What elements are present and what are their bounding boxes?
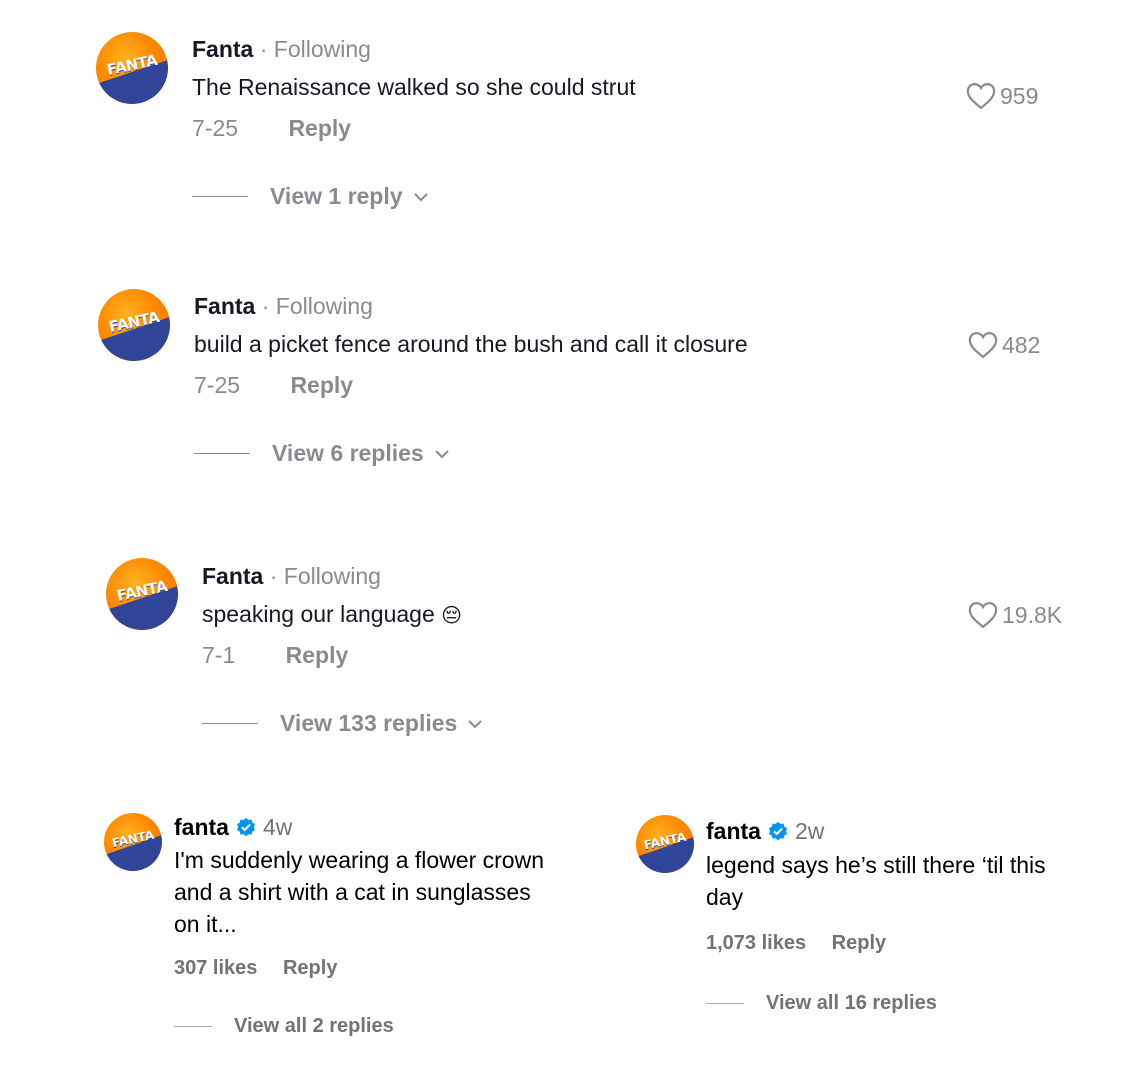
view-replies-label: View 6 replies xyxy=(272,440,424,466)
comment-text: legend says he’s still there ‘til this d… xyxy=(706,852,1046,910)
like-count[interactable]: 307 likes xyxy=(174,957,257,979)
view-replies-button[interactable]: View 133 replies xyxy=(202,710,483,737)
follow-status: Following xyxy=(283,563,381,589)
view-replies-label: View 133 replies xyxy=(280,710,458,736)
avatar[interactable]: FANTA xyxy=(106,558,178,630)
username[interactable]: Fanta xyxy=(194,293,255,319)
comment-time: 4w xyxy=(262,814,293,840)
comment-meta: 307 likes Reply xyxy=(174,957,337,980)
reply-button[interactable]: Reply xyxy=(286,642,349,668)
reply-button[interactable]: Reply xyxy=(288,115,351,141)
like-button[interactable]: 959 xyxy=(966,82,1038,110)
chevron-down-icon xyxy=(468,719,483,728)
like-count: 19.8K xyxy=(1002,601,1063,628)
avatar[interactable]: FANTA xyxy=(96,32,168,104)
comment-meta: 7-1 Reply xyxy=(202,642,348,669)
comment-date: 7-25 xyxy=(194,372,241,398)
comment-text: speaking our language 😔 xyxy=(202,601,462,628)
view-replies-label: View 1 reply xyxy=(270,183,403,209)
comment-meta: 1,073 likes Reply xyxy=(706,932,886,955)
comment-header: fanta 2w xyxy=(706,818,824,845)
comment-text: I'm suddenly wearing a flower crown and … xyxy=(174,847,544,937)
reply-button[interactable]: Reply xyxy=(290,372,353,398)
verified-badge-icon xyxy=(768,821,787,840)
comment-text-body: speaking our language xyxy=(202,601,435,627)
separator: · xyxy=(269,563,278,589)
view-replies-button[interactable]: View 1 reply xyxy=(192,183,429,210)
divider-line xyxy=(174,1026,212,1027)
view-replies-label: View all 16 replies xyxy=(766,992,937,1014)
comment-date: 7-25 xyxy=(192,115,239,141)
reply-button[interactable]: Reply xyxy=(832,932,886,954)
comment-meta: 7-25 Reply xyxy=(192,115,351,142)
username[interactable]: Fanta xyxy=(202,563,263,589)
view-replies-button[interactable]: View 6 replies xyxy=(194,440,450,467)
separator: · xyxy=(261,293,270,319)
verified-badge-icon xyxy=(236,817,255,836)
comment-date: 7-1 xyxy=(202,642,236,668)
pensive-emoji: 😔 xyxy=(441,605,462,627)
view-replies-label: View all 2 replies xyxy=(234,1015,394,1037)
like-count: 482 xyxy=(1002,331,1041,358)
username[interactable]: Fanta xyxy=(192,36,253,62)
like-count: 959 xyxy=(1000,82,1039,109)
comment-header: fanta 4w xyxy=(174,814,292,841)
comment-header: Fanta · Following xyxy=(192,36,371,63)
comment-text: build a picket fence around the bush and… xyxy=(194,331,748,357)
like-button[interactable]: 19.8K xyxy=(968,601,1062,629)
like-count[interactable]: 1,073 likes xyxy=(706,932,806,954)
comment-header: Fanta · Following xyxy=(194,293,373,320)
view-replies-button[interactable]: View all 2 replies xyxy=(174,1015,394,1038)
separator: · xyxy=(259,36,268,62)
divider-line xyxy=(192,195,248,198)
chevron-down-icon xyxy=(413,192,428,201)
comment-text: The Renaissance walked so she could stru… xyxy=(192,74,636,100)
avatar[interactable]: FANTA xyxy=(636,815,694,873)
view-replies-button[interactable]: View all 16 replies xyxy=(706,992,937,1015)
chevron-down-icon xyxy=(435,449,449,458)
divider-line xyxy=(202,722,258,725)
follow-status: Following xyxy=(275,293,373,319)
reply-button[interactable]: Reply xyxy=(283,957,337,979)
heart-icon xyxy=(968,331,998,359)
avatar[interactable]: FANTA xyxy=(98,289,170,361)
comment-header: Fanta · Following xyxy=(202,563,381,590)
heart-icon xyxy=(966,82,996,110)
divider-line xyxy=(706,1003,744,1004)
like-button[interactable]: 482 xyxy=(968,331,1040,359)
divider-line xyxy=(194,452,250,455)
comment-time: 2w xyxy=(794,818,825,844)
username[interactable]: fanta xyxy=(706,818,761,845)
username[interactable]: fanta xyxy=(174,814,229,841)
comment-meta: 7-25 Reply xyxy=(194,372,353,399)
heart-icon xyxy=(968,601,998,629)
avatar[interactable]: FANTA xyxy=(104,813,162,871)
follow-status: Following xyxy=(273,36,371,62)
